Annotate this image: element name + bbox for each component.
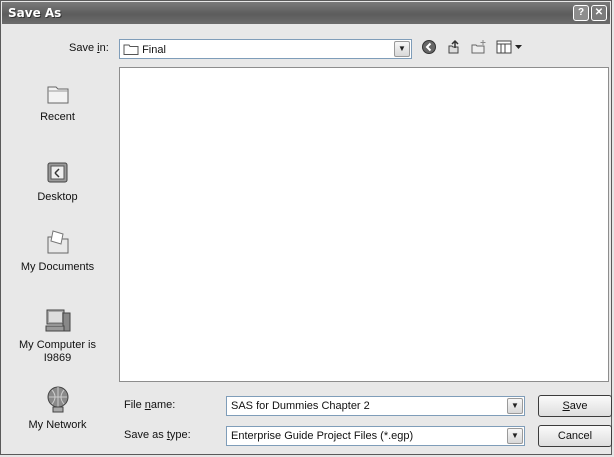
place-label: Recent [40,111,75,123]
cancel-button[interactable]: Cancel [538,425,612,447]
close-button[interactable]: ✕ [591,5,607,21]
place-label: Desktop [37,191,78,203]
chevron-down-icon[interactable]: ▼ [507,428,523,444]
file-name-label: File name: [124,399,176,411]
back-icon[interactable] [419,39,439,59]
save-button[interactable]: Save [538,395,612,417]
folder-icon [123,44,139,55]
views-menu-icon[interactable] [495,39,525,59]
file-name-input[interactable]: SAS for Dummies Chapter 2 ▼ [226,396,525,416]
my-documents-icon [47,230,68,254]
file-list[interactable] [119,67,609,382]
save-in-dropdown[interactable]: Final ▼ [119,39,412,59]
place-label: My Computer is [18,339,97,351]
file-name-value: SAS for Dummies Chapter 2 [231,400,370,412]
my-computer-icon [45,309,70,332]
save-as-type-dropdown[interactable]: Enterprise Guide Project Files (*.egp) ▼ [226,426,525,446]
chevron-down-icon[interactable]: ▼ [507,398,523,414]
place-desktop[interactable]: Desktop [5,159,110,204]
place-label: My Network [28,419,87,431]
place-recent[interactable]: Recent [5,81,110,124]
title-bar[interactable]: Save As ? ✕ [2,2,610,24]
save-in-value: Final [142,44,166,56]
place-my-computer[interactable]: My Computer is I9869 [5,307,110,365]
up-folder-icon[interactable] [444,39,464,59]
my-network-icon [47,386,68,413]
save-as-type-value: Enterprise Guide Project Files (*.egp) [231,430,414,442]
new-folder-icon[interactable] [469,39,489,59]
save-as-dialog: Save As ? ✕ Save in: Final ▼ Recent Desk… [0,0,612,455]
place-my-documents[interactable]: My Documents [5,227,110,274]
place-my-network[interactable]: My Network [5,385,110,432]
chevron-down-icon[interactable]: ▼ [394,41,410,57]
window-title: Save As [8,6,62,20]
place-label: My Documents [20,261,95,273]
save-as-type-label: Save as type: [124,429,191,441]
help-button[interactable]: ? [573,5,589,21]
desktop-icon [47,162,67,183]
save-in-label: Save in: [69,42,109,54]
place-label: I9869 [43,352,72,364]
recent-folder-icon [47,86,68,104]
